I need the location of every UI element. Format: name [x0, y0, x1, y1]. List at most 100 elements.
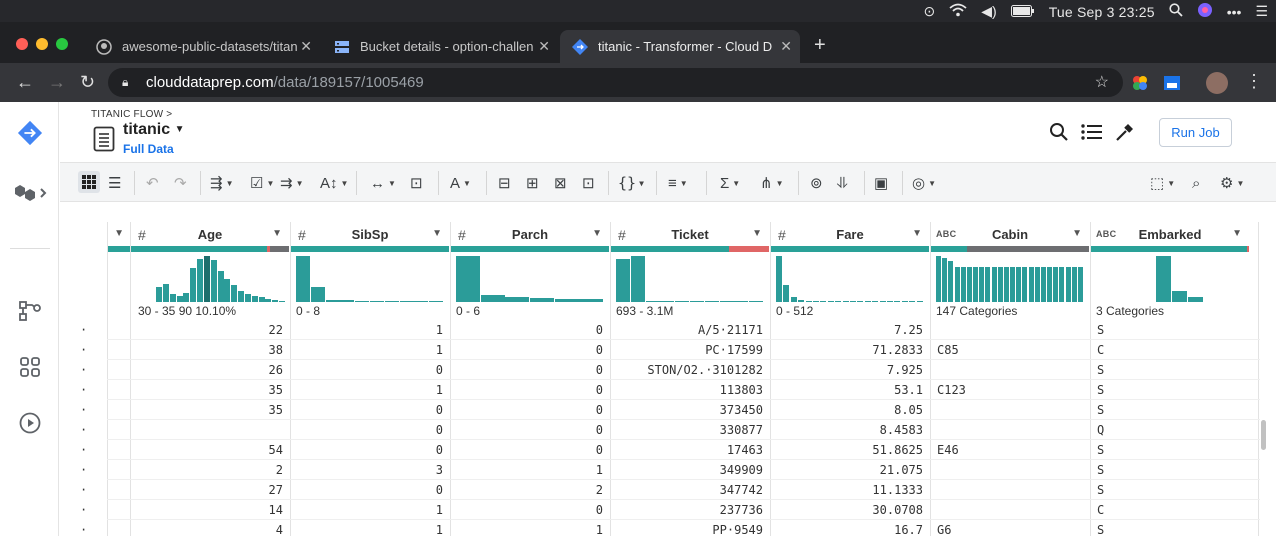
histogram-bar[interactable] — [1047, 267, 1052, 302]
histogram-bar[interactable] — [370, 301, 384, 302]
cell-parch[interactable]: 2 — [454, 483, 603, 497]
cell-sibsp[interactable]: 0 — [294, 363, 443, 377]
histogram-bar[interactable] — [955, 267, 960, 302]
color-extension-icon[interactable] — [1131, 74, 1149, 97]
table-row[interactable]: · 54 0 0 17463 51.8625 E46 S — [60, 440, 1260, 460]
move-column-icon[interactable]: ↔ ▼ — [370, 171, 396, 195]
histogram-bar[interactable] — [887, 301, 893, 302]
histogram-bar[interactable] — [843, 301, 849, 302]
grid-view-icon[interactable] — [78, 171, 100, 193]
row-marker[interactable]: · — [80, 443, 87, 457]
histogram-bar[interactable] — [311, 287, 325, 302]
breadcrumb[interactable]: TITANIC FLOW > — [91, 109, 172, 120]
cell-sibsp[interactable]: 1 — [294, 323, 443, 337]
comment-icon[interactable]: ▣ — [874, 171, 888, 195]
histogram-bar[interactable] — [979, 267, 984, 302]
column-histogram[interactable] — [456, 254, 604, 302]
histogram-bar[interactable] — [675, 301, 689, 302]
breadcrumb-flow[interactable]: TITANIC FLOW — [91, 109, 163, 120]
histogram-bar[interactable] — [163, 284, 169, 302]
sample-selector[interactable]: Full Data — [123, 142, 174, 156]
macro-target-icon[interactable]: ◎ ▼ — [912, 171, 936, 195]
quality-bar[interactable] — [930, 246, 1089, 252]
union-icon[interactable]: ⥥ — [837, 171, 848, 195]
cell-ticket[interactable]: 17463 — [614, 443, 763, 457]
tab-bucket-details[interactable]: Bucket details - option-challen ✕ — [322, 30, 558, 63]
row-marker[interactable]: · — [80, 403, 87, 417]
cell-cabin[interactable]: E46 — [937, 443, 959, 457]
table-row[interactable]: · 38 1 0 PC·17599 71.2833 C85 C — [60, 340, 1260, 360]
histogram-bar[interactable] — [720, 301, 734, 302]
settings-sliders-icon[interactable]: ⚙ ▼ — [1220, 171, 1244, 195]
cell-parch[interactable]: 1 — [454, 523, 603, 536]
dataset-title[interactable]: titanic — [123, 121, 170, 138]
split-column-icon[interactable]: ⊡ — [410, 171, 423, 195]
histogram-bar[interactable] — [385, 301, 399, 302]
cell-emb[interactable]: C — [1097, 503, 1104, 517]
histogram-bar[interactable] — [414, 301, 428, 302]
cell-ticket[interactable]: 347742 — [614, 483, 763, 497]
cell-emb[interactable]: Q — [1097, 423, 1104, 437]
join-icon[interactable]: ⊚ — [810, 171, 823, 195]
cell-parch[interactable]: 0 — [454, 403, 603, 417]
histogram-bar[interactable] — [850, 301, 856, 302]
histogram-bar[interactable] — [197, 259, 203, 302]
cell-age[interactable]: 22 — [134, 323, 283, 337]
cell-fare[interactable]: 53.1 — [774, 383, 923, 397]
unpivot-icon[interactable]: ⊡ — [582, 171, 595, 195]
histogram-bar[interactable] — [961, 267, 966, 302]
quality-bar[interactable] — [130, 246, 289, 252]
histogram-bar[interactable] — [355, 301, 369, 302]
chevron-down-icon[interactable]: ▼ — [175, 124, 185, 135]
cell-parch[interactable]: 0 — [454, 443, 603, 457]
histogram-bar[interactable] — [1059, 267, 1064, 302]
cell-ticket[interactable]: PC·17599 — [614, 343, 763, 357]
histogram-bar[interactable] — [992, 267, 997, 302]
recipe-list-icon[interactable] — [1081, 123, 1103, 146]
cell-emb[interactable]: S — [1097, 483, 1104, 497]
quality-bar[interactable] — [290, 246, 449, 252]
volume-icon[interactable]: ◀︎) — [981, 3, 996, 20]
table-row[interactable]: · 2 3 1 349909 21.075 S — [60, 460, 1260, 480]
cell-ticket[interactable]: 330877 — [614, 423, 763, 437]
restructure-menu-icon[interactable]: ⇶ ▼ — [210, 171, 234, 195]
histogram-bar[interactable] — [1004, 267, 1009, 302]
cell-sibsp[interactable]: 0 — [294, 483, 443, 497]
cell-age[interactable]: 27 — [134, 483, 283, 497]
table-row[interactable]: · 35 1 0 113803 53.1 C123 S — [60, 380, 1260, 400]
cell-fare[interactable]: 71.2833 — [774, 343, 923, 357]
validate-menu-icon[interactable]: ☑ ▼ — [250, 171, 274, 195]
menubar-clock[interactable]: Tue Sep 3 23:25 — [1049, 4, 1155, 20]
quality-bar[interactable] — [1090, 246, 1249, 252]
histogram-bar[interactable] — [326, 300, 340, 302]
spotlight-icon[interactable] — [1169, 3, 1183, 20]
cell-age[interactable]: 4 — [134, 523, 283, 536]
histogram-bar[interactable] — [783, 285, 789, 302]
histogram-bar[interactable] — [211, 260, 217, 302]
reload-icon[interactable]: ↻ — [80, 72, 95, 93]
dataprep-logo-icon[interactable] — [17, 120, 43, 146]
cell-parch[interactable]: 0 — [454, 363, 603, 377]
cell-age[interactable]: 54 — [134, 443, 283, 457]
cell-emb[interactable]: S — [1097, 363, 1104, 377]
histogram-bar[interactable] — [985, 267, 990, 302]
chevron-down-icon[interactable]: ▼ — [114, 228, 124, 239]
histogram-bar[interactable] — [734, 301, 748, 302]
row-marker[interactable]: · — [80, 523, 87, 536]
wifi-icon[interactable] — [949, 3, 967, 20]
cell-sibsp[interactable]: 1 — [294, 523, 443, 536]
histogram-bar[interactable] — [245, 294, 251, 302]
address-bar[interactable]: 🔒︎ clouddataprep.com/data/189157/1005469… — [108, 68, 1123, 97]
histogram-bar[interactable] — [340, 300, 354, 302]
flows-icon[interactable] — [17, 298, 43, 324]
pivot-icon[interactable]: ⊠ — [554, 171, 567, 195]
cell-sibsp[interactable]: 3 — [294, 463, 443, 477]
histogram-bar[interactable] — [456, 256, 480, 302]
histogram-bar[interactable] — [660, 301, 674, 302]
chevron-down-icon[interactable]: ▼ — [752, 228, 762, 239]
cell-ticket[interactable]: 349909 — [614, 463, 763, 477]
cell-parch[interactable]: 0 — [454, 503, 603, 517]
histogram-bar[interactable] — [936, 256, 941, 302]
cell-sibsp[interactable]: 0 — [294, 403, 443, 417]
table-row[interactable]: · 27 0 2 347742 11.1333 S — [60, 480, 1260, 500]
